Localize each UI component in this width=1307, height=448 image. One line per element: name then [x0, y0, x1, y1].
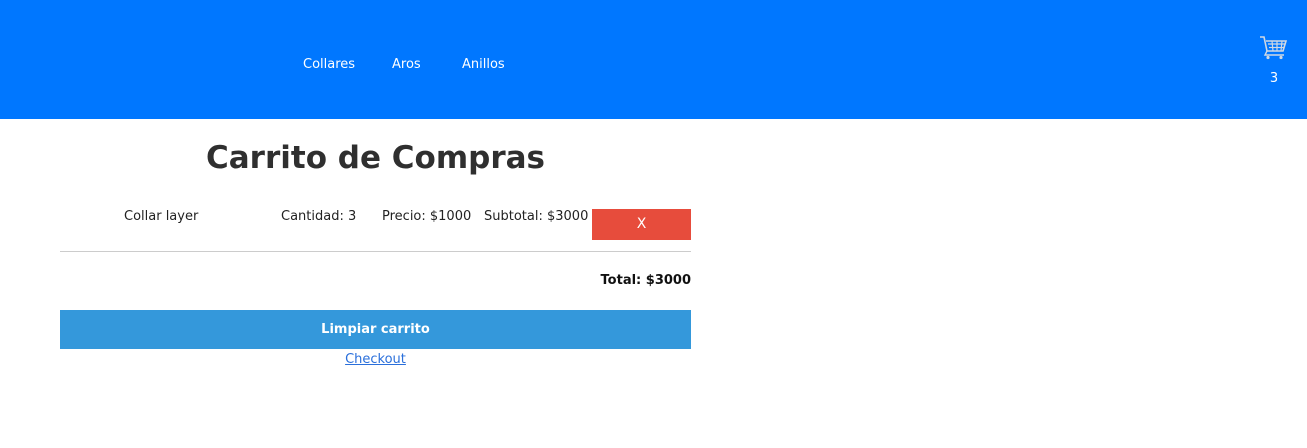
nav-link-anillos[interactable]: Anillos	[462, 57, 505, 73]
cart-count-badge: 3	[1269, 71, 1279, 86]
item-name: Collar layer	[124, 209, 199, 224]
remove-item-button[interactable]: X	[592, 209, 691, 240]
divider	[60, 251, 691, 252]
cart-item-row: Collar layer Cantidad: 3 Precio: $1000 S…	[60, 205, 691, 245]
nav-link-aros[interactable]: Aros	[392, 57, 421, 73]
cart-widget[interactable]: 3	[1252, 32, 1296, 92]
nav-link-collares[interactable]: Collares	[303, 57, 355, 73]
navbar: Collares Aros Anillos 3	[0, 0, 1307, 119]
checkout-container: Checkout	[60, 352, 691, 368]
cart-total: Total: $3000	[600, 273, 691, 288]
clear-cart-button[interactable]: Limpiar carrito	[60, 310, 691, 349]
shopping-cart-icon	[1260, 36, 1288, 60]
checkout-link[interactable]: Checkout	[345, 352, 406, 367]
item-subtotal: Subtotal: $3000	[484, 209, 589, 224]
item-price: Precio: $1000	[382, 209, 472, 224]
page-title: Carrito de Compras	[206, 140, 545, 176]
item-quantity: Cantidad: 3	[281, 209, 357, 224]
